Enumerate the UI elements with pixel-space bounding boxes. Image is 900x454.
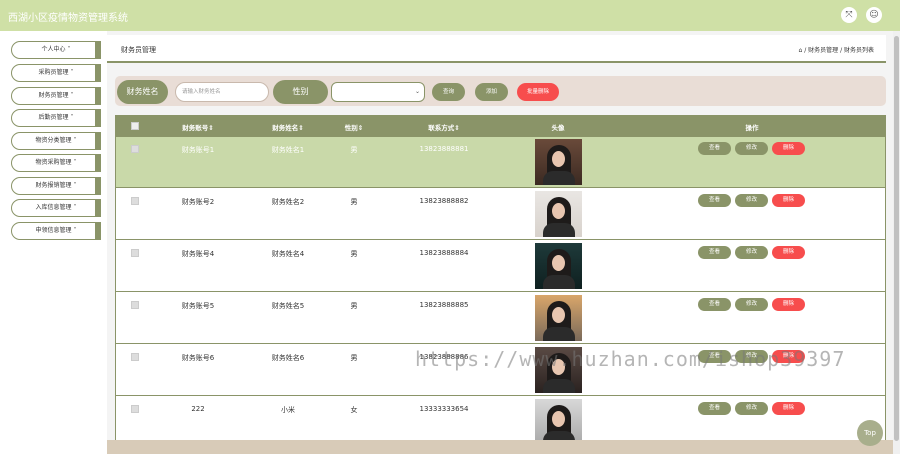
row-checkbox[interactable] [131, 405, 139, 413]
cell-account: 财务账号6 [181, 354, 215, 362]
cell-gender: 男 [350, 198, 358, 206]
column-header-phone[interactable]: 联系方式⇕ [428, 122, 459, 132]
decorative-background-strip [107, 440, 893, 454]
sidebar-item-personal-center[interactable]: 个人中心 ˅ [11, 41, 101, 59]
cell-name: 财务姓名2 [271, 198, 305, 206]
cell-account: 财务账号1 [181, 146, 215, 154]
edit-button[interactable]: 修改 [735, 194, 768, 207]
edit-button[interactable]: 修改 [735, 246, 768, 259]
table-row[interactable]: 财务账号5 财务姓名5 男 13823888885 查看 修改 删除 [116, 293, 885, 344]
cell-phone: 13333333654 [419, 405, 469, 413]
sidebar-item-purchaser[interactable]: 采购员管理 ˅ [11, 64, 101, 82]
breadcrumb-text[interactable]: / 财务员管理 / 财务员列表 [804, 47, 874, 54]
delete-button[interactable]: 删除 [772, 298, 805, 311]
query-button[interactable]: 查询 [432, 83, 465, 101]
column-header-actions: 操作 [745, 124, 759, 132]
scrollbar-thumb[interactable] [894, 36, 899, 441]
cell-name: 财务姓名1 [271, 146, 305, 154]
cell-phone: 13823888882 [419, 197, 469, 205]
cell-name: 小米 [281, 406, 295, 414]
fullscreen-icon[interactable]: ⤧ [841, 7, 857, 23]
finance-table: 财务账号⇕ 财务姓名⇕ 性别⇕ 联系方式⇕ 头像 操作 财务账号1 财务姓名1 … [115, 115, 886, 448]
cell-account: 财务账号5 [181, 302, 215, 310]
delete-button[interactable]: 删除 [772, 142, 805, 155]
watermark-text: https://www.huzhan.com/ishop39397 [415, 347, 846, 371]
search-bar: 财务姓名 请输入财务姓名 性别 ⌄ 查询 添加 批量删除 [115, 76, 886, 106]
view-button[interactable]: 查看 [698, 298, 731, 311]
back-to-top-button[interactable]: Top [857, 420, 883, 446]
sidebar-item-material-category[interactable]: 物资分类管理 ˅ [11, 132, 101, 150]
column-header-gender[interactable]: 性别⇕ [345, 122, 363, 132]
add-button[interactable]: 添加 [475, 83, 508, 101]
cell-phone: 13823888881 [419, 145, 469, 153]
top-bar: 西湖小区疫情物资管理系统 ⤧ ☺ [0, 0, 900, 31]
table-row[interactable]: 财务账号4 财务姓名4 男 13823888884 查看 修改 删除 [116, 241, 885, 292]
cell-name: 财务姓名6 [271, 354, 305, 362]
gender-label: 性别 [273, 80, 328, 104]
cell-gender: 男 [350, 146, 358, 154]
cell-name: 财务姓名4 [271, 250, 305, 258]
cell-phone: 13823888884 [419, 249, 469, 257]
sidebar: 个人中心 ˅ 采购员管理 ˅ 财务员管理 ˅ 后勤员管理 ˅ 物资分类管理 ˅ … [0, 31, 107, 454]
avatar [535, 295, 582, 341]
avatar [535, 243, 582, 289]
sidebar-item-application[interactable]: 申领信息管理 ˅ [11, 222, 101, 240]
app-title: 西湖小区疫情物资管理系统 [8, 13, 128, 24]
cell-name: 财务姓名5 [271, 302, 305, 310]
row-checkbox[interactable] [131, 353, 139, 361]
row-checkbox[interactable] [131, 301, 139, 309]
delete-button[interactable]: 删除 [772, 194, 805, 207]
delete-button[interactable]: 删除 [772, 402, 805, 415]
cell-account: 财务账号2 [181, 198, 215, 206]
view-button[interactable]: 查看 [698, 402, 731, 415]
view-button[interactable]: 查看 [698, 246, 731, 259]
cell-gender: 男 [350, 302, 358, 310]
column-header-name[interactable]: 财务姓名⇕ [272, 122, 303, 132]
chevron-down-icon: ⌄ [414, 88, 420, 95]
sidebar-item-storage[interactable]: 入库信息管理 ˅ [11, 199, 101, 217]
edit-button[interactable]: 修改 [735, 298, 768, 311]
cell-gender: 男 [350, 354, 358, 362]
cell-account: 财务账号4 [181, 250, 215, 258]
view-button[interactable]: 查看 [698, 194, 731, 207]
scrollbar[interactable] [893, 31, 900, 454]
avatar [535, 191, 582, 237]
edit-button[interactable]: 修改 [735, 402, 768, 415]
cell-gender: 女 [350, 406, 358, 414]
select-all-checkbox[interactable] [131, 122, 139, 130]
batch-delete-button[interactable]: 批量删除 [517, 83, 559, 101]
row-checkbox[interactable] [131, 249, 139, 257]
cell-account: 222 [191, 405, 205, 413]
finance-name-label: 财务姓名 [117, 80, 168, 104]
row-checkbox[interactable] [131, 145, 139, 153]
delete-button[interactable]: 删除 [772, 246, 805, 259]
home-icon[interactable]: ⌂ [799, 47, 803, 54]
avatar [535, 139, 582, 185]
sidebar-item-material-purchase[interactable]: 物资采购管理 ˅ [11, 154, 101, 172]
table-row[interactable]: 财务账号2 财务姓名2 男 13823888882 查看 修改 删除 [116, 189, 885, 240]
avatar [535, 399, 582, 445]
page-header: 财务员管理 ⌂ / 财务员管理 / 财务员列表 [107, 35, 886, 63]
main-content: 财务员管理 ⌂ / 财务员管理 / 财务员列表 财务姓名 请输入财务姓名 性别 … [107, 31, 900, 454]
page-title: 财务员管理 [121, 46, 156, 54]
column-header-avatar: 头像 [551, 124, 565, 132]
gender-select[interactable]: ⌄ [331, 82, 425, 102]
table-header: 财务账号⇕ 财务姓名⇕ 性别⇕ 联系方式⇕ 头像 操作 [116, 116, 885, 137]
sidebar-item-reimbursement[interactable]: 财务报销管理 ˅ [11, 177, 101, 195]
row-checkbox[interactable] [131, 197, 139, 205]
user-icon[interactable]: ☺ [866, 7, 882, 23]
finance-name-input[interactable]: 请输入财务姓名 [175, 82, 269, 102]
table-row[interactable]: 财务账号1 财务姓名1 男 13823888881 查看 修改 删除 [116, 137, 885, 188]
sidebar-item-finance[interactable]: 财务员管理 ˅ [11, 87, 101, 105]
view-button[interactable]: 查看 [698, 142, 731, 155]
column-header-account[interactable]: 财务账号⇕ [182, 122, 213, 132]
cell-gender: 男 [350, 250, 358, 258]
edit-button[interactable]: 修改 [735, 142, 768, 155]
breadcrumb: ⌂ / 财务员管理 / 财务员列表 [799, 45, 875, 54]
cell-phone: 13823888885 [419, 301, 469, 309]
sidebar-item-logistics[interactable]: 后勤员管理 ˅ [11, 109, 101, 127]
